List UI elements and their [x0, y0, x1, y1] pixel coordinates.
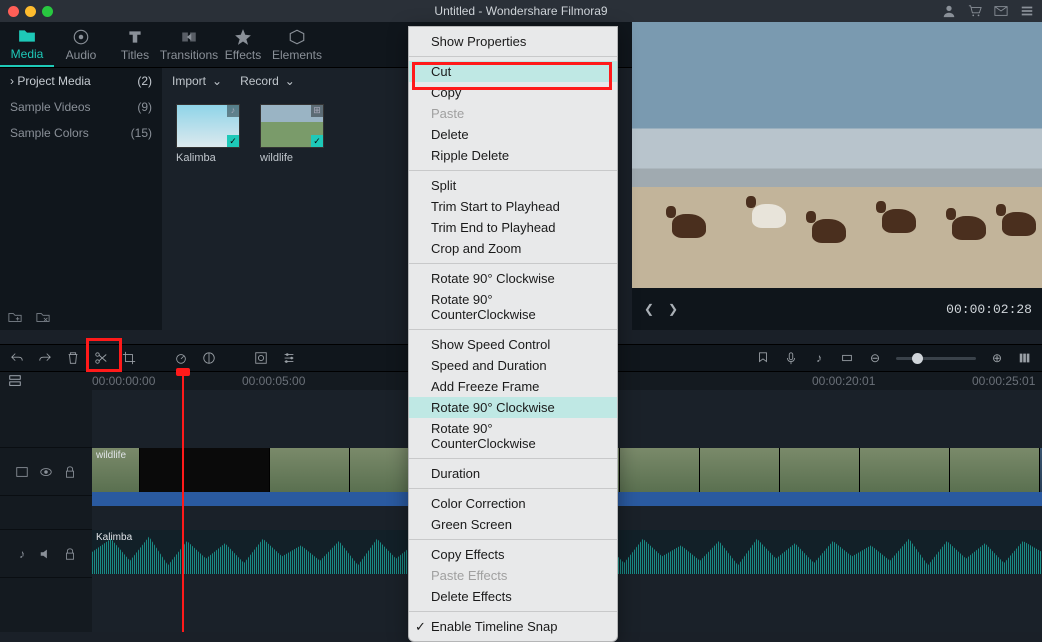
preview-viewport[interactable] [632, 22, 1042, 288]
record-button[interactable]: Record⌄ [240, 74, 295, 88]
cart-icon[interactable] [968, 4, 982, 18]
music-icon: ♪ [15, 547, 29, 561]
close-window-button[interactable] [8, 6, 19, 17]
tab-effects[interactable]: Effects [216, 22, 270, 67]
next-frame-icon[interactable]: ❯ [666, 302, 680, 316]
menu-item-delete-effects[interactable]: Delete Effects [409, 586, 617, 607]
folder-icon [18, 27, 36, 45]
chevron-down-icon: ⌄ [212, 74, 222, 88]
marker-icon[interactable] [756, 351, 770, 365]
sidebar-item-sample-colors[interactable]: Sample Colors(15) [0, 120, 162, 146]
audio-badge-icon: ♪ [227, 105, 239, 117]
eye-icon[interactable] [39, 465, 53, 479]
tab-media[interactable]: Media [0, 22, 54, 67]
film-icon [15, 465, 29, 479]
menu-item-paste-effects: Paste Effects [409, 565, 617, 586]
chevron-down-icon: ⌄ [285, 74, 295, 88]
menu-item-crop-and-zoom[interactable]: Crop and Zoom [409, 238, 617, 259]
menu-item-trim-start-to-playhead[interactable]: Trim Start to Playhead [409, 196, 617, 217]
crop-icon[interactable] [122, 351, 136, 365]
media-pane: Import⌄ Record⌄ ♪✓ Kalimba ⊞✓ wildlife [162, 68, 402, 330]
menu-item-split[interactable]: Split [409, 175, 617, 196]
menu-item-duration[interactable]: Duration [409, 463, 617, 484]
import-button[interactable]: Import⌄ [172, 74, 222, 88]
tab-titles[interactable]: Titles [108, 22, 162, 67]
menu-item-green-screen[interactable]: Green Screen [409, 514, 617, 535]
tab-transitions[interactable]: Transitions [162, 22, 216, 67]
mail-icon[interactable] [994, 4, 1008, 18]
effects-icon [234, 28, 252, 46]
lock-icon[interactable] [63, 547, 77, 561]
boundary-icon[interactable] [840, 351, 854, 365]
video-track-header[interactable] [0, 448, 92, 496]
cut-highlight [412, 62, 612, 90]
menu-item-paste: Paste [409, 103, 617, 124]
tab-audio[interactable]: Audio [54, 22, 108, 67]
audio-icon [72, 28, 90, 46]
speed-icon[interactable] [174, 351, 188, 365]
menu-item-rotate-90-clockwise[interactable]: Rotate 90° Clockwise [409, 268, 617, 289]
preview-timecode: 00:00:02:28 [946, 302, 1032, 317]
media-sidebar: › Project Media(2) Sample Videos(9) Samp… [0, 68, 162, 330]
menu-item-show-properties[interactable]: Show Properties [409, 31, 617, 52]
sidebar-item-project-media[interactable]: › Project Media(2) [0, 68, 162, 94]
zoom-fit-icon[interactable] [1018, 351, 1032, 365]
zoom-in-icon[interactable]: ⊕ [990, 351, 1004, 365]
menu-item-speed-and-duration[interactable]: Speed and Duration [409, 355, 617, 376]
check-icon: ✓ [227, 135, 239, 147]
adjust-icon[interactable] [282, 351, 296, 365]
media-thumb-wildlife[interactable]: ⊞✓ wildlife [260, 104, 324, 164]
track-manager-icon[interactable] [8, 374, 22, 388]
transitions-icon [180, 28, 198, 46]
preview-panel: ❮ ❯ 00:00:02:28 [632, 22, 1042, 330]
video-badge-icon: ⊞ [311, 105, 323, 117]
prev-frame-icon[interactable]: ❮ [642, 302, 656, 316]
delete-icon[interactable] [66, 351, 80, 365]
titlebar: Untitled - Wondershare Filmora9 [0, 0, 1042, 22]
window-traffic-lights [8, 6, 53, 17]
new-folder-icon[interactable] [8, 310, 22, 324]
menu-item-rotate-90-counterclockwise[interactable]: Rotate 90° CounterClockwise [409, 289, 617, 325]
menu-item-color-correction[interactable]: Color Correction [409, 493, 617, 514]
titles-icon [126, 28, 144, 46]
voice-icon[interactable] [784, 351, 798, 365]
green-screen-icon[interactable] [254, 351, 268, 365]
zoom-slider[interactable] [896, 357, 976, 360]
maximize-window-button[interactable] [42, 6, 53, 17]
settings-icon[interactable] [1020, 4, 1034, 18]
user-icon[interactable] [942, 4, 956, 18]
window-title: Untitled - Wondershare Filmora9 [0, 4, 1042, 18]
menu-item-add-freeze-frame[interactable]: Add Freeze Frame [409, 376, 617, 397]
sidebar-item-sample-videos[interactable]: Sample Videos(9) [0, 94, 162, 120]
menu-item-delete[interactable]: Delete [409, 124, 617, 145]
speaker-icon[interactable] [39, 547, 53, 561]
redo-icon[interactable] [38, 351, 52, 365]
menu-item-trim-end-to-playhead[interactable]: Trim End to Playhead [409, 217, 617, 238]
color-icon[interactable] [202, 351, 216, 365]
lock-icon[interactable] [63, 465, 77, 479]
media-thumb-kalimba[interactable]: ♪✓ Kalimba [176, 104, 240, 164]
playhead[interactable] [182, 372, 184, 632]
menu-item-copy-effects[interactable]: Copy Effects [409, 544, 617, 565]
elements-icon [288, 28, 306, 46]
delete-folder-icon[interactable] [36, 310, 50, 324]
zoom-out-icon[interactable]: ⊖ [868, 351, 882, 365]
menu-item-rotate-90-clockwise[interactable]: Rotate 90° Clockwise [409, 397, 617, 418]
context-menu: Show PropertiesCutCopyPasteDeleteRipple … [408, 26, 618, 642]
undo-icon[interactable] [10, 351, 24, 365]
tab-elements[interactable]: Elements [270, 22, 324, 67]
split-highlight [86, 338, 122, 372]
check-icon: ✓ [311, 135, 323, 147]
menu-item-rotate-90-counterclockwise[interactable]: Rotate 90° CounterClockwise [409, 418, 617, 454]
menu-item-enable-timeline-snap[interactable]: Enable Timeline Snap [409, 616, 617, 637]
audio-track-header[interactable]: ♪ [0, 530, 92, 578]
minimize-window-button[interactable] [25, 6, 36, 17]
mixer-icon[interactable]: ♪ [812, 351, 826, 365]
menu-item-show-speed-control[interactable]: Show Speed Control [409, 334, 617, 355]
menu-item-ripple-delete[interactable]: Ripple Delete [409, 145, 617, 166]
